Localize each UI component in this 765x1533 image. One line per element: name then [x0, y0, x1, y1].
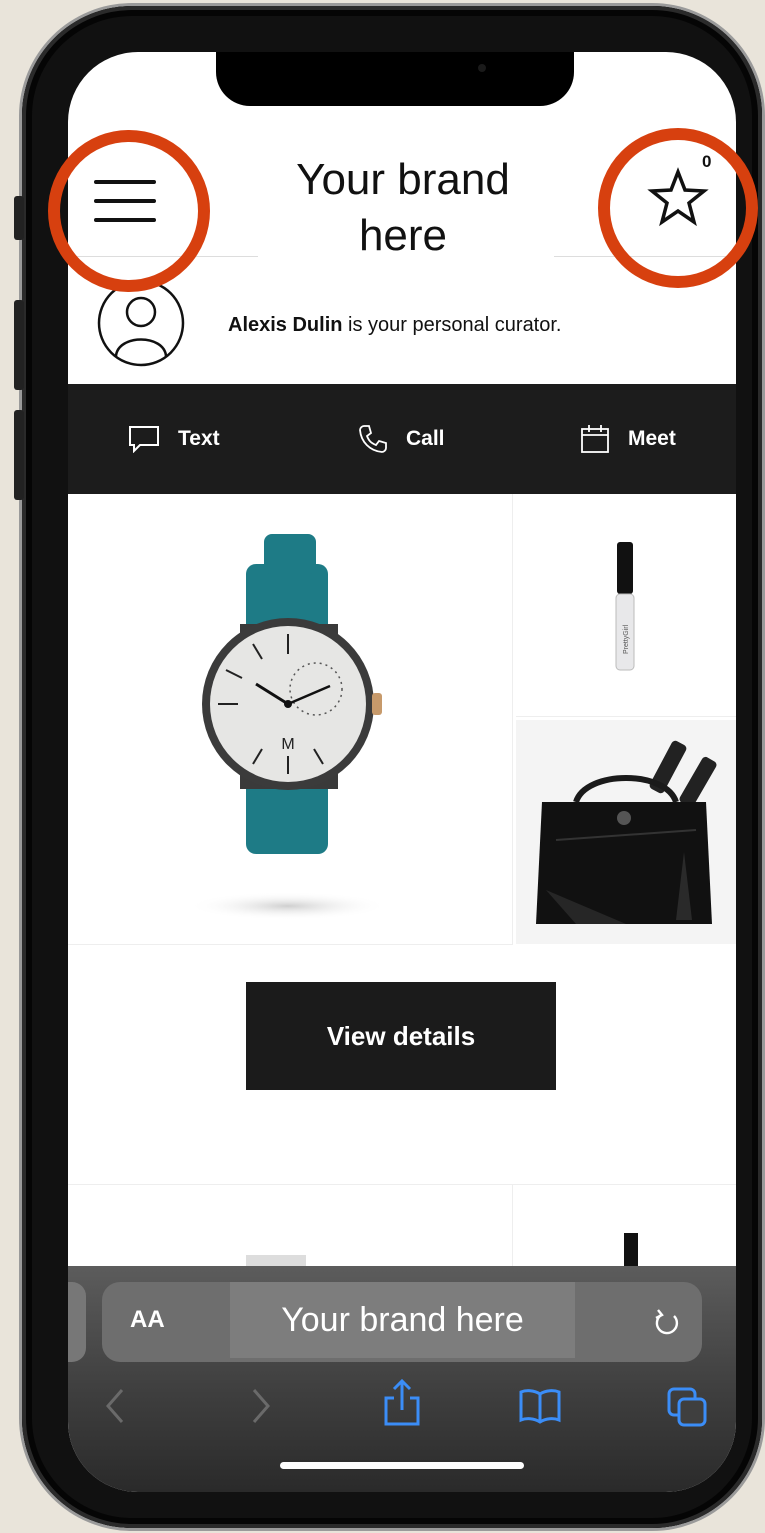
bookmarks-icon[interactable] — [518, 1386, 562, 1426]
header-divider-left — [68, 256, 258, 257]
watch-image: M — [188, 534, 388, 920]
favorites-count-badge: 0 — [702, 152, 712, 171]
view-details-button[interactable]: View details — [246, 982, 556, 1090]
menu-button[interactable] — [94, 180, 156, 232]
meet-button[interactable]: Meet — [580, 422, 676, 456]
contact-action-bar: Text Call Meet — [68, 384, 736, 494]
mute-switch — [14, 196, 24, 240]
back-icon[interactable] — [104, 1386, 128, 1426]
reload-icon[interactable] — [652, 1306, 682, 1338]
calendar-icon — [581, 425, 609, 453]
curator-row: Alexis Dulin is your personal curator. — [68, 274, 736, 384]
curator-name: Alexis Dulin — [228, 314, 343, 336]
site-header: Your brand here 0 — [68, 142, 736, 292]
chat-icon — [129, 426, 159, 453]
svg-text:PrettyGirl: PrettyGirl — [623, 624, 630, 654]
previous-tab-peek[interactable] — [68, 1282, 86, 1362]
meet-button-label: Meet — [628, 427, 676, 450]
tabs-icon[interactable] — [666, 1386, 708, 1428]
product-watch-tile[interactable]: M — [68, 494, 513, 945]
url-text[interactable]: Your brand here — [230, 1282, 575, 1358]
browser-toolbar: AA Your brand here — [68, 1266, 736, 1492]
text-size-button[interactable]: AA — [130, 1306, 165, 1334]
text-button-label: Text — [178, 427, 220, 450]
phone-screen: Your brand here 0 Alexis Dulin is your p… — [68, 52, 736, 1492]
call-button-label: Call — [406, 427, 445, 450]
text-button[interactable]: Text — [128, 422, 220, 456]
curator-suffix: is your personal curator. — [342, 314, 562, 336]
svg-text:M: M — [281, 736, 294, 753]
curator-message: Alexis Dulin is your personal curator. — [228, 314, 561, 337]
brand-title[interactable]: Your brand here — [258, 152, 548, 264]
product-lipgloss-tile[interactable]: PrettyGirl — [516, 494, 736, 717]
volume-up-button — [14, 300, 24, 390]
volume-down-button — [14, 410, 24, 500]
lipgloss-image: PrettyGirl — [615, 542, 635, 671]
notch — [216, 52, 574, 106]
product-grid: M PrettyGirl — [68, 494, 736, 945]
forward-icon[interactable] — [248, 1386, 272, 1426]
address-bar[interactable]: AA Your brand here — [102, 1282, 702, 1362]
star-icon — [647, 167, 709, 227]
details-section: View details — [68, 944, 736, 1184]
header-divider-right — [554, 256, 736, 257]
avatar-icon[interactable] — [96, 278, 186, 368]
home-indicator[interactable] — [280, 1462, 524, 1469]
phone-icon — [359, 425, 387, 453]
menu-icon — [94, 180, 156, 222]
share-icon[interactable] — [382, 1378, 422, 1426]
bag-image — [536, 740, 717, 924]
call-button[interactable]: Call — [358, 422, 445, 456]
product-bag-tile[interactable] — [516, 720, 736, 944]
favorites-button[interactable] — [643, 162, 713, 232]
